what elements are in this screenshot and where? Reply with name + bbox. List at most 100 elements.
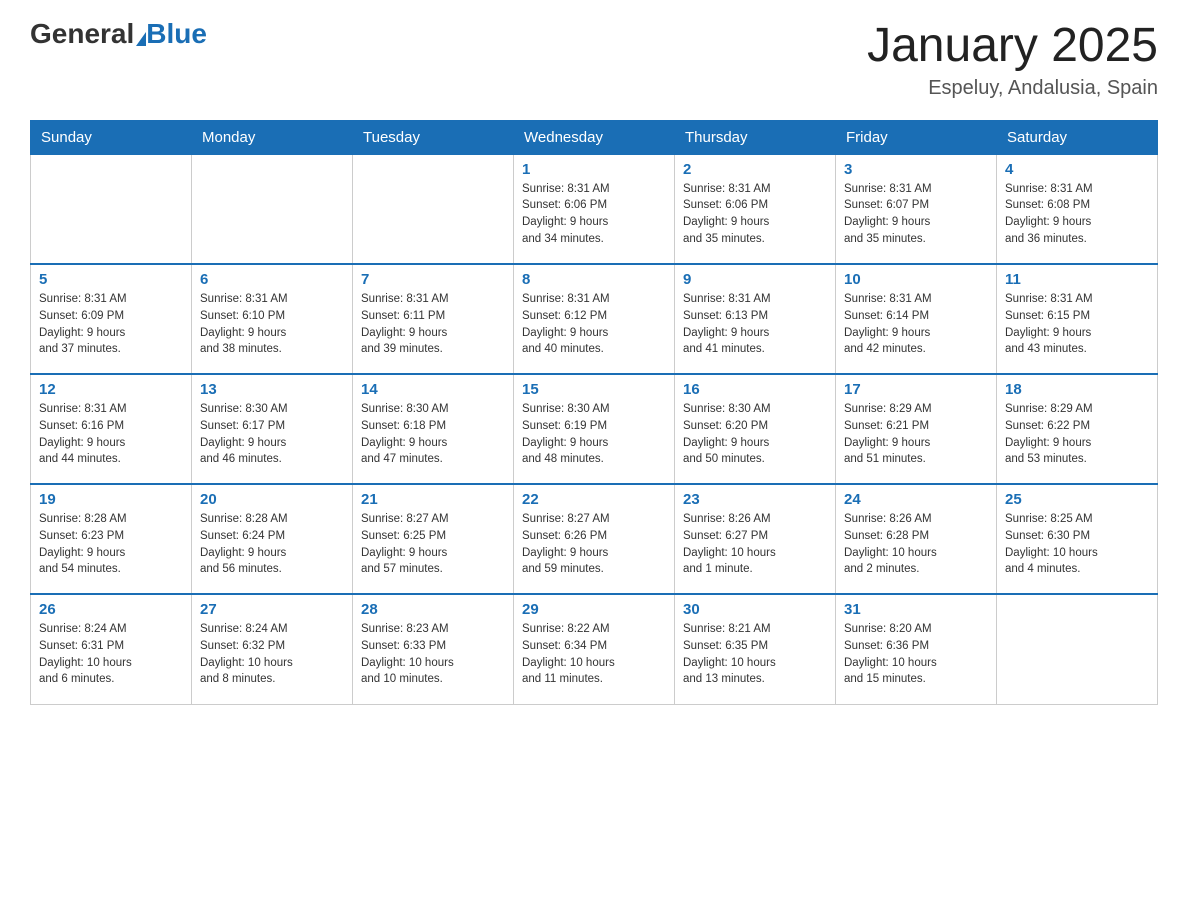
day-number: 4 xyxy=(1005,161,1149,178)
calendar-cell: 7 Sunrise: 8:31 AMSunset: 6:11 PMDaylight… xyxy=(353,264,514,374)
day-info: Sunrise: 8:31 AMSunset: 6:13 PMDaylight:… xyxy=(683,291,827,358)
day-number: 16 xyxy=(683,381,827,398)
day-info: Sunrise: 8:29 AMSunset: 6:21 PMDaylight:… xyxy=(844,401,988,468)
day-number: 24 xyxy=(844,491,988,508)
day-number: 29 xyxy=(522,601,666,618)
day-info: Sunrise: 8:30 AMSunset: 6:19 PMDaylight:… xyxy=(522,401,666,468)
month-title: January 2025 xyxy=(867,20,1158,73)
calendar-cell: 30Sunrise: 8:21 AMSunset: 6:35 PMDayligh… xyxy=(675,594,836,704)
calendar-cell: 15 Sunrise: 8:30 AMSunset: 6:19 PMDayligh… xyxy=(514,374,675,484)
day-info: Sunrise: 8:31 AMSunset: 6:11 PMDaylight:… xyxy=(361,291,505,358)
calendar-cell: 14 Sunrise: 8:30 AMSunset: 6:18 PMDayligh… xyxy=(353,374,514,484)
calendar-cell: 6Sunrise: 8:31 AMSunset: 6:10 PMDaylight… xyxy=(192,264,353,374)
day-number: 15 xyxy=(522,381,666,398)
calendar-cell xyxy=(31,154,192,264)
day-number: 25 xyxy=(1005,491,1149,508)
calendar-cell xyxy=(192,154,353,264)
calendar-cell: 27Sunrise: 8:24 AMSunset: 6:32 PMDayligh… xyxy=(192,594,353,704)
calendar-table: SundayMondayTuesdayWednesdayThursdayFrid… xyxy=(30,120,1158,705)
day-info: Sunrise: 8:31 AMSunset: 6:15 PMDaylight:… xyxy=(1005,291,1149,358)
logo-triangle-icon xyxy=(136,32,146,46)
day-info: Sunrise: 8:23 AMSunset: 6:33 PMDaylight:… xyxy=(361,621,505,688)
calendar-week-row: 1Sunrise: 8:31 AMSunset: 6:06 PMDaylight… xyxy=(31,154,1158,264)
calendar-week-row: 19 Sunrise: 8:28 AMSunset: 6:23 PMDayligh… xyxy=(31,484,1158,594)
location-subtitle: Espeluy, Andalusia, Spain xyxy=(867,77,1158,100)
calendar-cell: 22 Sunrise: 8:27 AMSunset: 6:26 PMDayligh… xyxy=(514,484,675,594)
day-number: 12 xyxy=(39,381,183,398)
day-number: 13 xyxy=(200,381,344,398)
column-header-friday: Friday xyxy=(836,120,997,154)
day-number: 20 xyxy=(200,491,344,508)
day-number: 22 xyxy=(522,491,666,508)
day-number: 14 xyxy=(361,381,505,398)
day-info: Sunrise: 8:27 AMSunset: 6:26 PMDaylight:… xyxy=(522,511,666,578)
day-info: Sunrise: 8:22 AMSunset: 6:34 PMDaylight:… xyxy=(522,621,666,688)
calendar-week-row: 5 Sunrise: 8:31 AMSunset: 6:09 PMDaylight… xyxy=(31,264,1158,374)
calendar-cell: 3 Sunrise: 8:31 AMSunset: 6:07 PMDaylight… xyxy=(836,154,997,264)
page-header: General Blue January 2025 Espeluy, Andal… xyxy=(30,20,1158,100)
calendar-week-row: 12 Sunrise: 8:31 AMSunset: 6:16 PMDayligh… xyxy=(31,374,1158,484)
calendar-cell: 9Sunrise: 8:31 AMSunset: 6:13 PMDaylight… xyxy=(675,264,836,374)
calendar-cell xyxy=(997,594,1158,704)
calendar-cell: 11 Sunrise: 8:31 AMSunset: 6:15 PMDayligh… xyxy=(997,264,1158,374)
day-number: 17 xyxy=(844,381,988,398)
day-info: Sunrise: 8:30 AMSunset: 6:18 PMDaylight:… xyxy=(361,401,505,468)
calendar-cell: 4 Sunrise: 8:31 AMSunset: 6:08 PMDaylight… xyxy=(997,154,1158,264)
calendar-cell: 16 Sunrise: 8:30 AMSunset: 6:20 PMDayligh… xyxy=(675,374,836,484)
calendar-cell: 1Sunrise: 8:31 AMSunset: 6:06 PMDaylight… xyxy=(514,154,675,264)
day-number: 3 xyxy=(844,161,988,178)
day-info: Sunrise: 8:30 AMSunset: 6:20 PMDaylight:… xyxy=(683,401,827,468)
calendar-cell: 23Sunrise: 8:26 AMSunset: 6:27 PMDayligh… xyxy=(675,484,836,594)
day-number: 27 xyxy=(200,601,344,618)
calendar-cell: 29 Sunrise: 8:22 AMSunset: 6:34 PMDayligh… xyxy=(514,594,675,704)
calendar-cell: 25 Sunrise: 8:25 AMSunset: 6:30 PMDayligh… xyxy=(997,484,1158,594)
day-info: Sunrise: 8:21 AMSunset: 6:35 PMDaylight:… xyxy=(683,621,827,688)
calendar-cell: 24 Sunrise: 8:26 AMSunset: 6:28 PMDayligh… xyxy=(836,484,997,594)
day-info: Sunrise: 8:28 AMSunset: 6:23 PMDaylight:… xyxy=(39,511,183,578)
day-number: 19 xyxy=(39,491,183,508)
day-number: 26 xyxy=(39,601,183,618)
calendar-cell: 19 Sunrise: 8:28 AMSunset: 6:23 PMDayligh… xyxy=(31,484,192,594)
day-info: Sunrise: 8:28 AMSunset: 6:24 PMDaylight:… xyxy=(200,511,344,578)
day-number: 10 xyxy=(844,271,988,288)
calendar-week-row: 26 Sunrise: 8:24 AMSunset: 6:31 PMDayligh… xyxy=(31,594,1158,704)
column-header-tuesday: Tuesday xyxy=(353,120,514,154)
day-info: Sunrise: 8:26 AMSunset: 6:28 PMDaylight:… xyxy=(844,511,988,578)
calendar-cell: 2 Sunrise: 8:31 AMSunset: 6:06 PMDaylight… xyxy=(675,154,836,264)
day-info: Sunrise: 8:31 AMSunset: 6:09 PMDaylight:… xyxy=(39,291,183,358)
calendar-cell: 10Sunrise: 8:31 AMSunset: 6:14 PMDayligh… xyxy=(836,264,997,374)
day-number: 21 xyxy=(361,491,505,508)
day-number: 11 xyxy=(1005,271,1149,288)
day-number: 5 xyxy=(39,271,183,288)
calendar-cell: 17 Sunrise: 8:29 AMSunset: 6:21 PMDayligh… xyxy=(836,374,997,484)
calendar-cell: 13 Sunrise: 8:30 AMSunset: 6:17 PMDayligh… xyxy=(192,374,353,484)
day-info: Sunrise: 8:27 AMSunset: 6:25 PMDaylight:… xyxy=(361,511,505,578)
calendar-cell: 20 Sunrise: 8:28 AMSunset: 6:24 PMDayligh… xyxy=(192,484,353,594)
day-number: 18 xyxy=(1005,381,1149,398)
day-info: Sunrise: 8:31 AMSunset: 6:12 PMDaylight:… xyxy=(522,291,666,358)
day-number: 7 xyxy=(361,271,505,288)
day-number: 31 xyxy=(844,601,988,618)
day-info: Sunrise: 8:31 AMSunset: 6:06 PMDaylight:… xyxy=(683,181,827,248)
day-number: 6 xyxy=(200,271,344,288)
day-number: 23 xyxy=(683,491,827,508)
title-section: January 2025 Espeluy, Andalusia, Spain xyxy=(867,20,1158,100)
logo-blue-text: Blue xyxy=(146,20,207,48)
day-info: Sunrise: 8:25 AMSunset: 6:30 PMDaylight:… xyxy=(1005,511,1149,578)
day-info: Sunrise: 8:31 AMSunset: 6:08 PMDaylight:… xyxy=(1005,181,1149,248)
calendar-cell: 8Sunrise: 8:31 AMSunset: 6:12 PMDaylight… xyxy=(514,264,675,374)
day-info: Sunrise: 8:24 AMSunset: 6:31 PMDaylight:… xyxy=(39,621,183,688)
calendar-cell: 26 Sunrise: 8:24 AMSunset: 6:31 PMDayligh… xyxy=(31,594,192,704)
column-header-sunday: Sunday xyxy=(31,120,192,154)
day-info: Sunrise: 8:30 AMSunset: 6:17 PMDaylight:… xyxy=(200,401,344,468)
day-number: 2 xyxy=(683,161,827,178)
column-header-saturday: Saturday xyxy=(997,120,1158,154)
column-header-thursday: Thursday xyxy=(675,120,836,154)
day-info: Sunrise: 8:31 AMSunset: 6:16 PMDaylight:… xyxy=(39,401,183,468)
calendar-cell: 31Sunrise: 8:20 AMSunset: 6:36 PMDayligh… xyxy=(836,594,997,704)
day-info: Sunrise: 8:31 AMSunset: 6:06 PMDaylight:… xyxy=(522,181,666,248)
calendar-cell: 28Sunrise: 8:23 AMSunset: 6:33 PMDayligh… xyxy=(353,594,514,704)
day-info: Sunrise: 8:29 AMSunset: 6:22 PMDaylight:… xyxy=(1005,401,1149,468)
column-header-wednesday: Wednesday xyxy=(514,120,675,154)
day-info: Sunrise: 8:31 AMSunset: 6:07 PMDaylight:… xyxy=(844,181,988,248)
